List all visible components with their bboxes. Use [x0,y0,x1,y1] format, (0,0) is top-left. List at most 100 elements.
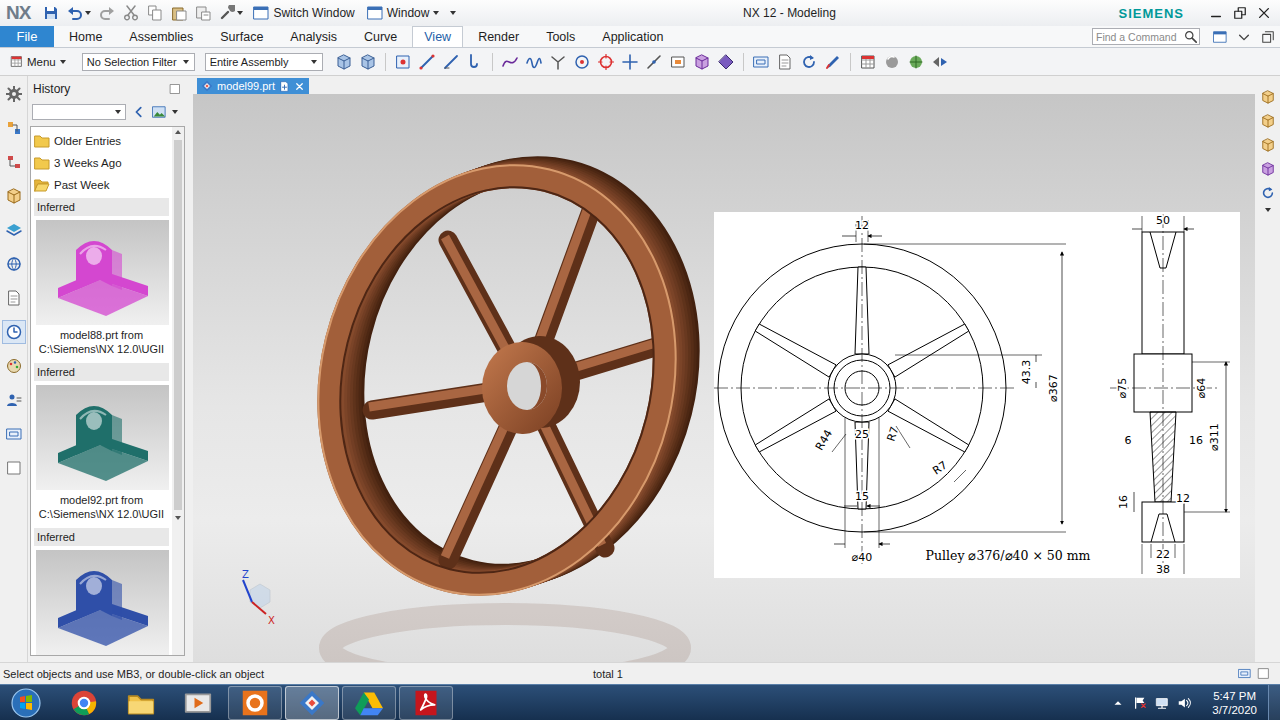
taskbar-app[interactable] [285,686,339,720]
document-tab[interactable]: model99.prt [197,78,309,94]
ribbon-tab[interactable]: Surface [208,26,275,47]
toolbar-button[interactable] [798,51,820,73]
quick-access-button[interactable] [144,2,166,24]
tray-button[interactable] [1109,694,1127,712]
taskbar-app[interactable] [342,686,396,720]
ribbon-tab[interactable]: Tools [534,26,587,47]
ribbon-option-button[interactable] [1256,26,1280,47]
view-orientation-button[interactable] [1258,184,1278,202]
taskbar-app[interactable] [228,686,282,720]
toolbar-button[interactable] [643,51,665,73]
quick-access-button[interactable] [64,2,94,24]
history-entry[interactable]: Inferred [34,526,169,655]
toolbar-button[interactable] [499,51,521,73]
toolbar-button[interactable] [929,51,951,73]
resource-tab[interactable] [2,388,26,412]
view-triad[interactable] [243,580,270,614]
quick-access-button[interactable] [168,2,190,24]
close-button[interactable] [1256,4,1272,22]
resource-tab[interactable] [2,456,26,480]
resource-tab[interactable] [2,320,26,344]
resource-tab[interactable] [2,286,26,310]
scroll-thumb[interactable] [174,140,182,510]
toolbar-button[interactable] [619,51,641,73]
quick-access-command[interactable]: Switch Window [248,2,359,24]
taskbar-app[interactable] [114,686,168,720]
start-button[interactable] [4,686,48,720]
resource-tab[interactable] [2,218,26,242]
toolbar-button[interactable] [715,51,737,73]
toolbar-button[interactable] [667,51,689,73]
show-desktop-button[interactable] [1268,685,1280,720]
view-orientation-button[interactable] [1258,160,1278,178]
customize-caret[interactable] [450,11,456,15]
toolbar-button[interactable] [440,51,462,73]
panel-splitter[interactable] [185,76,193,662]
selection-scope-dropdown[interactable]: Entire Assembly [205,53,323,71]
quick-access-button[interactable] [192,2,214,24]
toolbar-button[interactable] [333,51,355,73]
ribbon-tab[interactable]: Render [466,26,531,47]
tray-button[interactable] [1131,694,1149,712]
ribbon-option-button[interactable] [1208,26,1232,47]
toolbar-button[interactable] [416,51,438,73]
toolbar-button[interactable] [774,51,796,73]
history-entry[interactable]: Inferredmodel88.prt fromC:\Siemens\NX 12… [34,196,169,361]
quick-access-button[interactable] [96,2,118,24]
resource-tab[interactable] [2,252,26,276]
model-viewport[interactable]: ZX125043.3⌀367R4425R7R715⌀40⌀75⌀64616⌀31… [193,94,1255,662]
scroll-up-arrow[interactable] [175,130,181,134]
history-folder[interactable]: Older Entries [34,130,169,152]
resource-tab[interactable] [2,82,26,106]
toolbar-button[interactable] [822,51,844,73]
toolbar-button[interactable] [547,51,569,73]
toolbar-button[interactable] [857,51,879,73]
ribbon-tab[interactable]: Home [57,26,114,47]
file-tab[interactable]: File [0,26,54,47]
quick-access-command[interactable]: Window [362,2,445,24]
tray-button[interactable] [1175,694,1193,712]
history-entry[interactable]: Inferredmodel92.prt fromC:\Siemens\NX 12… [34,361,169,526]
ribbon-tab[interactable]: Application [590,26,675,47]
toolbar-button[interactable] [691,51,713,73]
history-folder[interactable]: Past Week [34,174,169,196]
toolbar-button[interactable] [571,51,593,73]
ribbon-tab[interactable]: Analysis [278,26,349,47]
taskbar-app[interactable] [57,686,111,720]
toolbar-button[interactable] [905,51,927,73]
toolbar-button[interactable] [595,51,617,73]
quick-access-button[interactable] [120,2,142,24]
scroll-down-arrow[interactable] [175,516,181,520]
taskbar-app[interactable] [399,686,453,720]
resource-tab[interactable] [2,184,26,208]
toolbar-button[interactable] [523,51,545,73]
quick-access-button[interactable] [40,2,62,24]
ribbon-tab[interactable]: View [412,26,463,47]
history-folder[interactable]: 3 Weeks Ago [34,152,169,174]
resource-tab[interactable] [2,150,26,174]
taskbar-clock[interactable]: 5:47 PM3/7/2020 [1204,689,1265,717]
toolbar-button[interactable] [392,51,414,73]
history-scrollbar[interactable] [172,127,184,655]
ribbon-option-button[interactable] [1232,26,1256,47]
quick-access-button[interactable] [216,2,246,24]
toolbar-button[interactable] [881,51,903,73]
view-orientation-button[interactable] [1258,88,1278,106]
menu-button[interactable]: Menu [6,55,70,68]
toolbar-button[interactable] [464,51,486,73]
view-orientation-button[interactable] [1258,136,1278,154]
toolbar-button[interactable] [750,51,772,73]
resource-tab[interactable] [2,354,26,378]
dropdown-caret[interactable] [1265,208,1271,212]
history-filter-dropdown[interactable] [32,104,126,120]
ribbon-tab[interactable]: Curve [352,26,409,47]
tray-button[interactable] [1153,694,1171,712]
view-orientation-button[interactable] [1258,112,1278,130]
minimize-button[interactable] [1208,4,1224,22]
selection-filter-dropdown[interactable]: No Selection Filter [82,53,195,71]
resource-tab[interactable] [2,116,26,140]
resource-tab[interactable] [2,422,26,446]
restore-button[interactable] [1232,4,1248,22]
command-search[interactable]: Find a Command [1092,28,1200,45]
ribbon-tab[interactable]: Assemblies [117,26,205,47]
